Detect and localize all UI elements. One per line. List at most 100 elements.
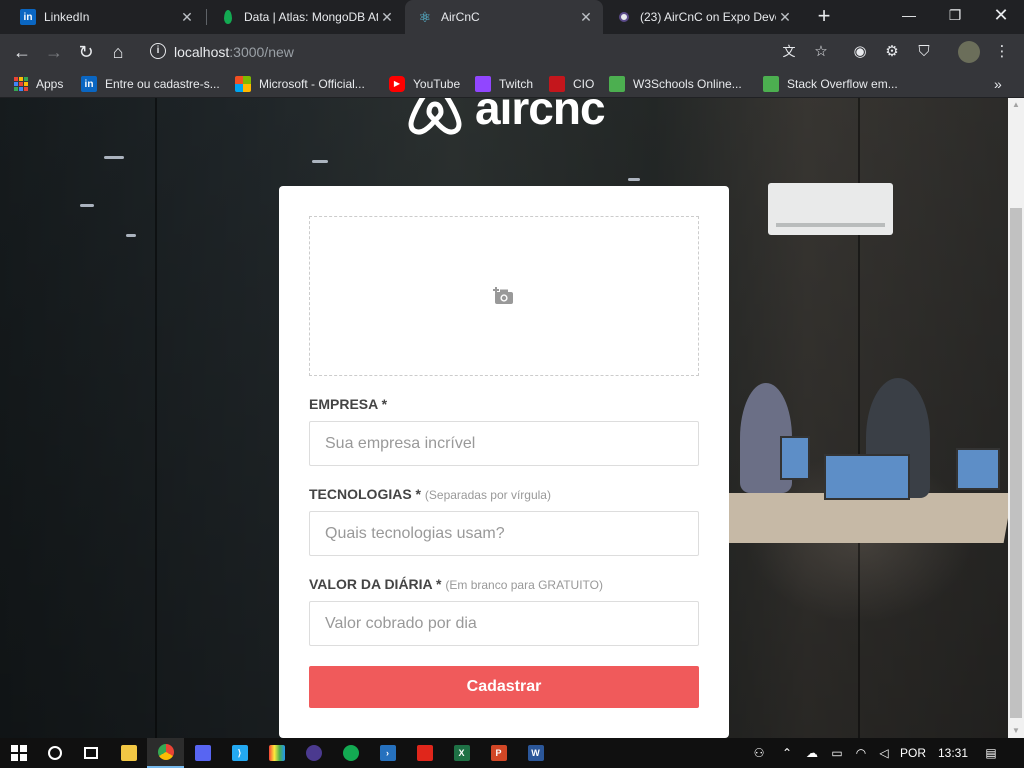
tab-title: Data | Atlas: MongoDB At [244,10,378,24]
tab-linkedin[interactable]: in LinkedIn ✕ [8,0,204,34]
minimize-button[interactable]: — [886,0,932,30]
extension-circle-icon[interactable]: ◉ [849,41,871,63]
vscode-icon[interactable]: ⟩ [221,738,258,768]
bookmark-cio[interactable]: CIO [549,70,594,98]
ceiling-light [628,178,640,181]
acrobat-icon[interactable] [406,738,443,768]
extension-shield-icon[interactable]: ⛉ [913,41,935,63]
mongodb-compass-icon[interactable] [332,738,369,768]
tray-chevron-up-icon[interactable]: ⌃ [778,738,796,768]
word-icon[interactable]: W [517,738,554,768]
tecnologias-hint: (Separadas por vírgula) [424,488,551,502]
laptop [780,436,810,480]
add-photo-camera-icon [493,287,513,304]
excel-icon[interactable]: X [443,738,480,768]
task-view-icon[interactable] [72,738,109,768]
bookmark-apps[interactable]: Apps [14,70,63,98]
tab-title: LinkedIn [44,10,90,24]
translate-icon[interactable]: 文 [778,41,800,63]
scroll-down-arrow-icon[interactable]: ▼ [1008,724,1024,738]
start-windows-icon[interactable] [0,738,37,768]
discord-icon[interactable] [184,738,221,768]
tab-strip: in LinkedIn ✕ Data | Atlas: MongoDB At ✕… [0,0,1024,34]
close-icon[interactable]: ✕ [378,9,396,26]
tab-aircnc[interactable]: ⚛ AirCnC ✕ [405,0,603,34]
bookmark-linkedin[interactable]: in Entre ou cadastre-s... [81,70,220,98]
page-viewport: aircnc EMPRESA * TECNOLOGIAS * (Separada… [0,98,1008,738]
scrollbar-thumb[interactable] [1010,208,1022,718]
forward-arrow-icon[interactable]: → [40,38,68,66]
powerpoint-icon[interactable]: P [480,738,517,768]
onedrive-cloud-icon[interactable]: ☁ [800,738,824,768]
eclipse-icon[interactable] [295,738,332,768]
bookmark-star-icon[interactable]: ☆ [810,41,832,63]
new-tab-button[interactable]: + [812,4,836,30]
w3schools-icon [609,76,625,92]
ceiling-light [126,234,136,237]
chart-app-icon[interactable] [258,738,295,768]
tecnologias-input[interactable] [309,511,699,556]
windows-taskbar: ⟩ › X P W ⚇ ⌃ ☁ ▭ ◠ ◁ POR 13:31 ▤ [0,738,1024,768]
bookmark-microsoft[interactable]: Microsoft - Official... [235,70,365,98]
back-arrow-icon[interactable]: ← [8,38,36,66]
notifications-icon[interactable]: ▤ [980,738,1002,768]
ceiling-light [104,156,124,159]
scroll-up-arrow-icon[interactable]: ▲ [1008,98,1024,112]
close-icon[interactable]: ✕ [776,9,794,26]
stackoverflow-icon [763,76,779,92]
powershell-icon[interactable]: › [369,738,406,768]
valor-input[interactable] [309,601,699,646]
tab-expo[interactable]: (23) AirCnC on Expo Deve ✕ [604,0,802,34]
bookmark-twitch[interactable]: Twitch [475,70,533,98]
bookmark-youtube[interactable]: ▶ YouTube [389,70,460,98]
valor-label-text: VALOR DA DIÁRIA * [309,576,442,592]
wifi-icon[interactable]: ◠ [850,738,872,768]
file-explorer-icon[interactable] [110,738,147,768]
menu-kebab-icon[interactable]: ⋮ [991,41,1013,63]
browser-window: in LinkedIn ✕ Data | Atlas: MongoDB At ✕… [0,0,1024,768]
bookmark-label: W3Schools Online... [633,77,742,91]
extension-gear-icon[interactable]: ⚙ [881,41,903,63]
close-icon[interactable]: ✕ [178,9,196,26]
url-path: :3000/new [229,44,294,60]
battery-icon[interactable]: ▭ [826,738,848,768]
bookmark-label: Apps [36,77,64,91]
site-info-icon[interactable]: i [150,43,166,59]
reload-icon[interactable]: ↻ [72,38,100,66]
airbnb-symbol-icon [408,98,462,135]
react-atom-icon: ⚛ [418,8,432,25]
tecnologias-label: TECNOLOGIAS * (Separadas por vírgula) [309,486,551,502]
maximize-button[interactable]: ❐ [932,0,978,30]
bookmark-w3schools[interactable]: W3Schools Online... [609,70,742,98]
logo-text: aircnc [475,98,606,134]
profile-avatar[interactable] [958,41,980,63]
bookmark-label: CIO [573,77,595,91]
search-circle-icon[interactable] [36,738,73,768]
cadastrar-button[interactable]: Cadastrar [309,666,699,708]
input-language[interactable]: POR [898,738,928,768]
meeting-table [715,493,1008,543]
people-icon[interactable]: ⚇ [748,738,770,768]
close-icon[interactable]: ✕ [577,9,595,26]
ceiling-light [312,160,328,163]
thumbnail-upload[interactable] [309,216,699,376]
bookmarks-bar: Apps in Entre ou cadastre-s... Microsoft… [0,70,1024,98]
speaker-muted-icon[interactable]: ◁ [874,738,894,768]
home-icon[interactable]: ⌂ [104,38,132,66]
bookmarks-overflow-chevron-icon[interactable]: » [994,70,1002,98]
youtube-icon: ▶ [389,76,405,92]
expo-icon [616,9,632,25]
empresa-label-text: EMPRESA * [309,396,388,412]
url-text[interactable]: localhost:3000/new [174,44,294,60]
empresa-input[interactable] [309,421,699,466]
tab-mongodb-atlas[interactable]: Data | Atlas: MongoDB At ✕ [208,0,404,34]
valor-label: VALOR DA DIÁRIA * (Em branco para GRATUI… [309,576,603,592]
clock-time[interactable]: 13:31 [934,738,972,768]
bookmark-stackoverflow[interactable]: Stack Overflow em... [763,70,898,98]
address-bar[interactable]: i localhost:3000/new [140,38,840,66]
page-scrollbar[interactable]: ▲ ▼ [1008,98,1024,738]
close-window-button[interactable]: ✕ [978,0,1024,30]
chrome-icon[interactable] [147,738,184,768]
cio-icon [549,76,565,92]
glass-frame [155,98,157,738]
